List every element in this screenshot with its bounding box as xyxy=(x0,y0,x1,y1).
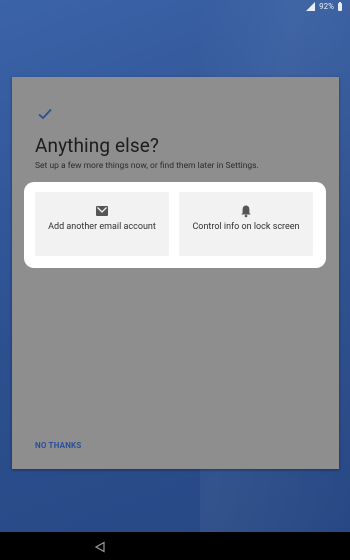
back-triangle-icon[interactable] xyxy=(94,541,106,553)
battery-percent: 92% xyxy=(319,2,334,11)
status-right-group: 92% xyxy=(306,1,342,11)
option-label: Control info on lock screen xyxy=(192,222,300,232)
cell-signal-icon xyxy=(306,2,316,11)
navigation-bar xyxy=(0,532,350,560)
page-subtitle: Set up a few more things now, or find th… xyxy=(35,161,259,171)
options-panel: Add another email account Control info o… xyxy=(24,182,326,268)
setup-card: Anything else? Set up a few more things … xyxy=(12,77,339,469)
mail-icon xyxy=(96,206,108,216)
page-title: Anything else? xyxy=(35,134,160,157)
no-thanks-button[interactable]: NO THANKS xyxy=(35,441,81,450)
bell-icon xyxy=(241,205,251,218)
option-label: Add another email account xyxy=(48,222,156,232)
battery-icon xyxy=(338,1,342,11)
add-email-account-option[interactable]: Add another email account xyxy=(35,192,169,256)
checkmark-icon xyxy=(38,108,52,120)
lock-screen-info-option[interactable]: Control info on lock screen xyxy=(179,192,313,256)
status-bar: 92% xyxy=(0,0,350,14)
